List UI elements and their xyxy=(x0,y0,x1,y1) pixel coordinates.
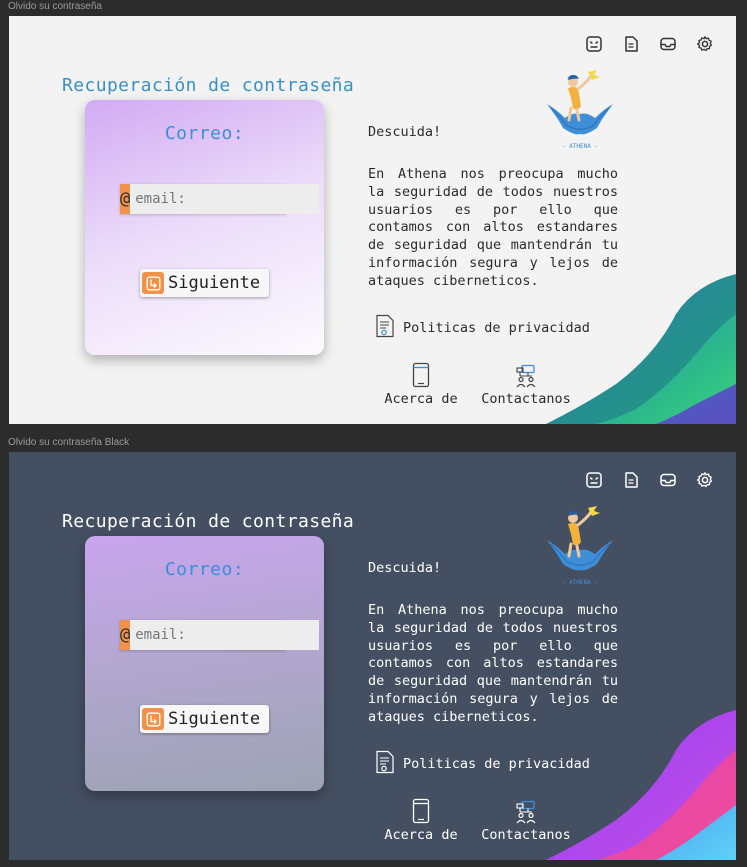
next-button[interactable]: Siguiente xyxy=(140,705,269,733)
about-link[interactable]: Acerca de xyxy=(371,358,471,407)
greeting-text: Descuida! xyxy=(368,124,442,140)
decorative-wave xyxy=(546,710,736,860)
page-title: Recuperación de contraseña xyxy=(62,75,355,96)
decorative-wave xyxy=(546,274,736,424)
description-text: En Athena nos preocupa mucho la segurida… xyxy=(368,166,618,289)
greeting-text: Descuida! xyxy=(368,560,442,576)
next-button-label: Siguiente xyxy=(168,273,261,293)
card-title: Correo: xyxy=(164,559,245,580)
at-icon: @ xyxy=(120,184,131,214)
next-button-label: Siguiente xyxy=(168,709,261,729)
inbox-icon[interactable] xyxy=(657,469,679,491)
document-icon[interactable] xyxy=(620,469,642,491)
about-link-label: Acerca de xyxy=(384,827,458,843)
face-icon[interactable] xyxy=(583,33,605,55)
next-icon xyxy=(142,272,164,294)
email-input[interactable] xyxy=(130,184,320,214)
recovery-card: Correo: @ Siguiente xyxy=(85,536,324,791)
logo-text: - ATHENA - xyxy=(562,579,598,586)
frame-light: Recuperación de contraseña Correo: @ Sig… xyxy=(9,16,736,424)
about-link[interactable]: Acerca de xyxy=(371,794,471,843)
settings-icon[interactable] xyxy=(694,469,716,491)
email-field-group: @ xyxy=(120,184,320,214)
face-icon[interactable] xyxy=(583,469,605,491)
athena-logo: - ATHENA - xyxy=(547,70,613,150)
email-field-group: @ xyxy=(120,620,320,650)
privacy-document-icon xyxy=(375,314,395,342)
document-icon[interactable] xyxy=(620,33,642,55)
about-link-label: Acerca de xyxy=(384,391,458,407)
athena-logo: - ATHENA - xyxy=(547,506,613,586)
card-title: Correo: xyxy=(164,123,245,144)
frame-label-dark: Olvido su contraseña Black xyxy=(8,437,130,448)
privacy-document-icon xyxy=(375,750,395,778)
inbox-icon[interactable] xyxy=(657,33,679,55)
toolbar xyxy=(583,33,716,55)
at-icon: @ xyxy=(120,620,131,650)
logo-text: - ATHENA - xyxy=(562,143,598,150)
settings-icon[interactable] xyxy=(694,33,716,55)
frame-label-light: Olvido su contraseña xyxy=(8,1,102,12)
frame-dark: Recuperación de contraseña Correo: @ Sig… xyxy=(9,452,736,860)
tablet-icon xyxy=(371,794,471,824)
description-text: En Athena nos preocupa mucho la segurida… xyxy=(368,602,618,725)
page-title: Recuperación de contraseña xyxy=(62,511,355,532)
email-input[interactable] xyxy=(130,620,320,650)
next-button[interactable]: Siguiente xyxy=(140,269,269,297)
recovery-card: Correo: @ Siguiente xyxy=(85,100,324,355)
tablet-icon xyxy=(371,358,471,388)
next-icon xyxy=(142,708,164,730)
toolbar-dark xyxy=(583,469,716,491)
